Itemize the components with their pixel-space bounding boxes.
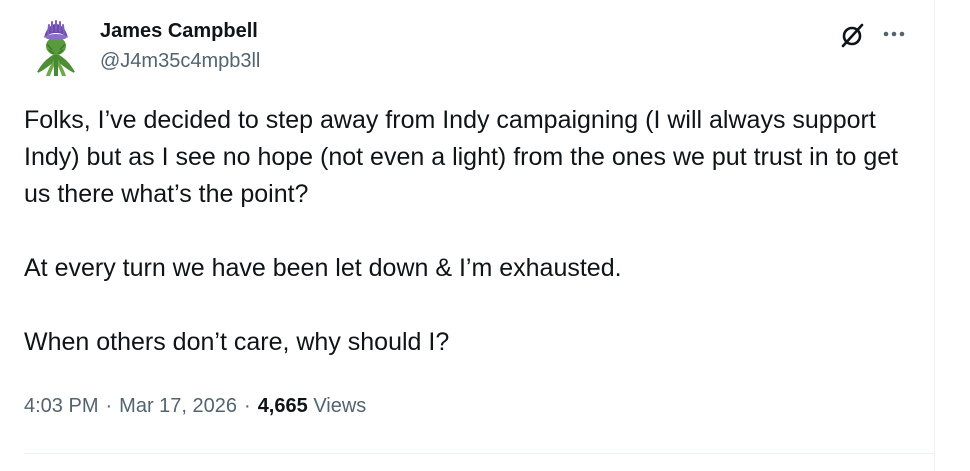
tweet-paragraph: Folks, I’ve decided to step away from In…: [24, 106, 899, 208]
column-border: [934, 0, 935, 471]
tweet-text: Folks, I’ve decided to step away from In…: [24, 102, 924, 361]
author-info: James Campbell @J4m35c4mpb3ll: [100, 19, 260, 73]
tweet-time[interactable]: 4:03 PM: [24, 395, 98, 417]
grok-slash-circle-icon: [841, 23, 864, 48]
ellipsis-icon: [883, 31, 905, 37]
avatar[interactable]: [24, 14, 88, 78]
separator-dot: ·: [105, 395, 113, 417]
divider: [24, 453, 934, 454]
author-display-name[interactable]: James Campbell: [100, 19, 260, 43]
views-label: Views: [313, 395, 367, 417]
views-link[interactable]: 4,665 Views: [258, 395, 367, 417]
separator-dot: ·: [244, 395, 251, 417]
tweet-paragraph: When others don’t care, why should I?: [24, 328, 450, 356]
grok-button[interactable]: [838, 20, 868, 50]
tweet-metadata: 4:03 PM · Mar 17, 2026 · 4,665 Views: [24, 392, 366, 420]
tweet-paragraph: At every turn we have been let down & I’…: [24, 254, 622, 282]
thistle-icon: [24, 14, 88, 78]
author-handle[interactable]: @J4m35c4mpb3ll: [100, 49, 260, 73]
tweet-date[interactable]: Mar 17, 2026: [119, 395, 237, 417]
more-options-button[interactable]: [880, 19, 910, 49]
views-count: 4,665: [257, 395, 308, 417]
